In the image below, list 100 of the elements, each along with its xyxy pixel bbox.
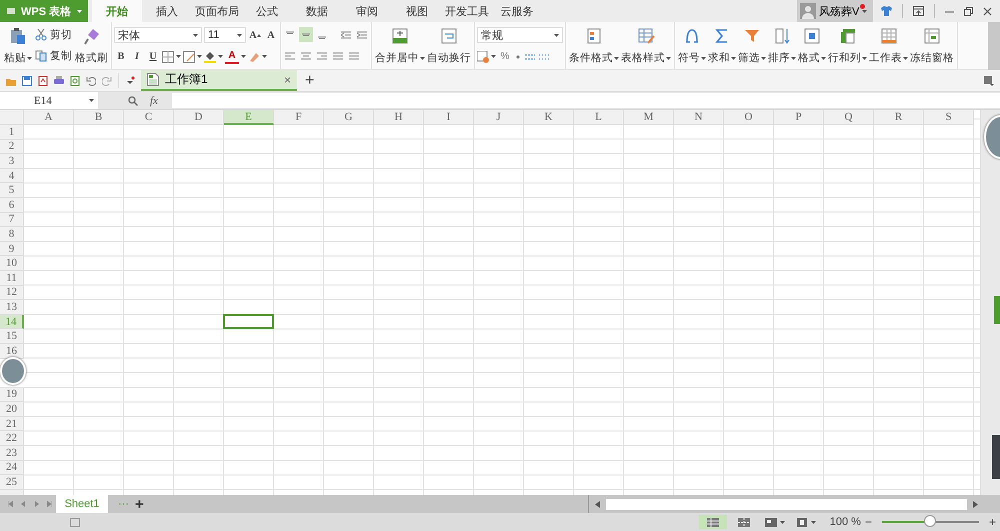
column-header[interactable]: O [724,110,774,125]
paste-button[interactable]: 粘贴 [3,24,33,67]
font-color-button[interactable]: A [225,49,239,64]
format-painter-button[interactable]: 格式刷 [74,24,109,67]
underline-button[interactable]: U [146,49,160,64]
ribbon-tab[interactable]: 插入 [142,0,192,22]
row-header[interactable]: 9 [0,242,24,256]
percent-button[interactable]: % [498,49,512,64]
column-header[interactable]: Q [824,110,874,125]
ribbon-tab[interactable]: 开始 [92,0,142,22]
ribbon-tab[interactable]: 页面布局 [192,0,242,22]
row-header[interactable]: 11 [0,270,24,286]
row-header[interactable]: 5 [0,183,24,198]
save-button[interactable] [22,76,32,86]
column-header[interactable]: A [24,110,74,125]
row-header[interactable]: 1 [0,125,24,140]
ribbon-tab[interactable]: 审阅 [342,0,392,22]
user-account-button[interactable]: 风殇葬V [797,0,873,22]
ribbon-button[interactable]: 表格样式 [620,24,672,67]
row-header[interactable]: 22 [0,431,24,446]
ribbon-button[interactable]: 工作表 [868,24,909,67]
ribbon-button[interactable]: 筛选 [737,24,767,67]
number-format-field[interactable]: 常规 [477,27,563,43]
grow-font-button[interactable]: A [248,28,262,42]
ribbon-button[interactable]: 行和列 [827,24,868,67]
row-header[interactable]: 25 [0,475,24,490]
row-header[interactable]: 2 [0,140,24,154]
column-header[interactable]: L [574,110,624,125]
formula-input[interactable] [172,93,1000,108]
ribbon-tab[interactable]: 公式 [242,0,292,22]
column-header[interactable]: G [324,110,374,125]
preview-button[interactable] [70,76,80,86]
ribbon-button[interactable]: 自动换行 [426,24,472,67]
row-header[interactable]: 7 [0,212,24,228]
close-tab-button[interactable]: × [284,72,291,86]
column-header[interactable]: R [874,110,924,125]
add-sheet-button[interactable]: + [129,495,150,513]
row-header[interactable]: 24 [0,460,24,476]
printer-button[interactable] [54,76,64,86]
italic-button[interactable]: I [130,49,144,64]
ribbon-button[interactable]: 合并居中 [374,24,426,67]
shrink-font-button[interactable]: A [264,28,278,42]
column-header[interactable]: E [224,110,274,125]
ribbon-tab[interactable]: 数据 [292,0,342,22]
selected-cell[interactable] [223,314,274,330]
font-name-field[interactable]: 宋体 [114,27,202,43]
ribbon-button[interactable]: 冻结窗格 [909,24,955,67]
horizontal-scrollbar[interactable] [606,498,967,510]
row-header[interactable]: 23 [0,446,24,461]
row-header[interactable]: 6 [0,198,24,213]
document-tab[interactable]: 工作簿1 × [141,70,297,91]
column-header[interactable]: N [674,110,724,125]
ribbon-tab[interactable]: 开发工具 [442,0,492,22]
column-header[interactable]: B [74,110,124,125]
ribbon-button[interactable]: 格式 [797,24,827,67]
column-header[interactable]: I [424,110,474,125]
column-header[interactable]: D [174,110,224,125]
slider-thumb[interactable] [924,515,936,527]
row-header[interactable]: 8 [0,227,24,242]
row-header[interactable]: 3 [0,154,24,169]
row-header[interactable]: 21 [0,416,24,432]
row-header[interactable]: 20 [0,402,24,417]
bold-button[interactable]: B [114,49,128,64]
ribbon-button[interactable]: 条件格式 [568,24,620,67]
pdf-button[interactable] [38,76,48,86]
redo-button[interactable] [102,76,112,86]
ribbon-button[interactable]: 排序 [767,24,797,67]
row-header[interactable]: 19 [0,388,24,402]
undo-button[interactable] [86,76,96,86]
column-header[interactable]: M [624,110,674,125]
row-header[interactable]: 15 [0,329,24,344]
column-header[interactable]: J [474,110,524,125]
column-header[interactable]: K [524,110,574,125]
app-menu-button[interactable]: WPS 表格 [0,0,88,22]
new-tab-button[interactable]: + [303,70,316,91]
column-header[interactable]: S [924,110,974,125]
row-header[interactable]: 13 [0,300,24,315]
row-header[interactable]: 4 [0,168,24,184]
ribbon-button[interactable]: 符号 [677,24,707,67]
row-header[interactable]: 12 [0,286,24,300]
insert-function-button[interactable]: fx [150,94,158,106]
column-header[interactable]: C [124,110,174,125]
sheet-tab[interactable]: Sheet1 [56,495,108,513]
normal-view-button[interactable] [698,515,727,529]
column-header[interactable]: H [374,110,424,125]
row-header[interactable]: 16 [0,344,24,358]
ribbon-tab[interactable]: 云服务 [492,0,542,22]
row-header[interactable]: 14 [0,314,24,330]
ribbon-button[interactable]: 求和 [707,24,737,67]
ribbon-tab[interactable]: 视图 [392,0,442,22]
zoom-in-button[interactable]: + [984,515,1000,529]
font-size-field[interactable]: 11 [204,27,246,43]
vertical-align-button[interactable] [299,27,313,42]
cut-button[interactable]: 剪切 [33,26,74,43]
column-header[interactable]: P [774,110,824,125]
copy-button[interactable]: 复制 [33,48,74,64]
side-panel-handle[interactable] [994,296,1000,324]
zoom-out-button[interactable]: − [860,515,876,529]
column-header[interactable]: F [274,110,324,125]
name-box[interactable]: E14 [0,92,98,109]
